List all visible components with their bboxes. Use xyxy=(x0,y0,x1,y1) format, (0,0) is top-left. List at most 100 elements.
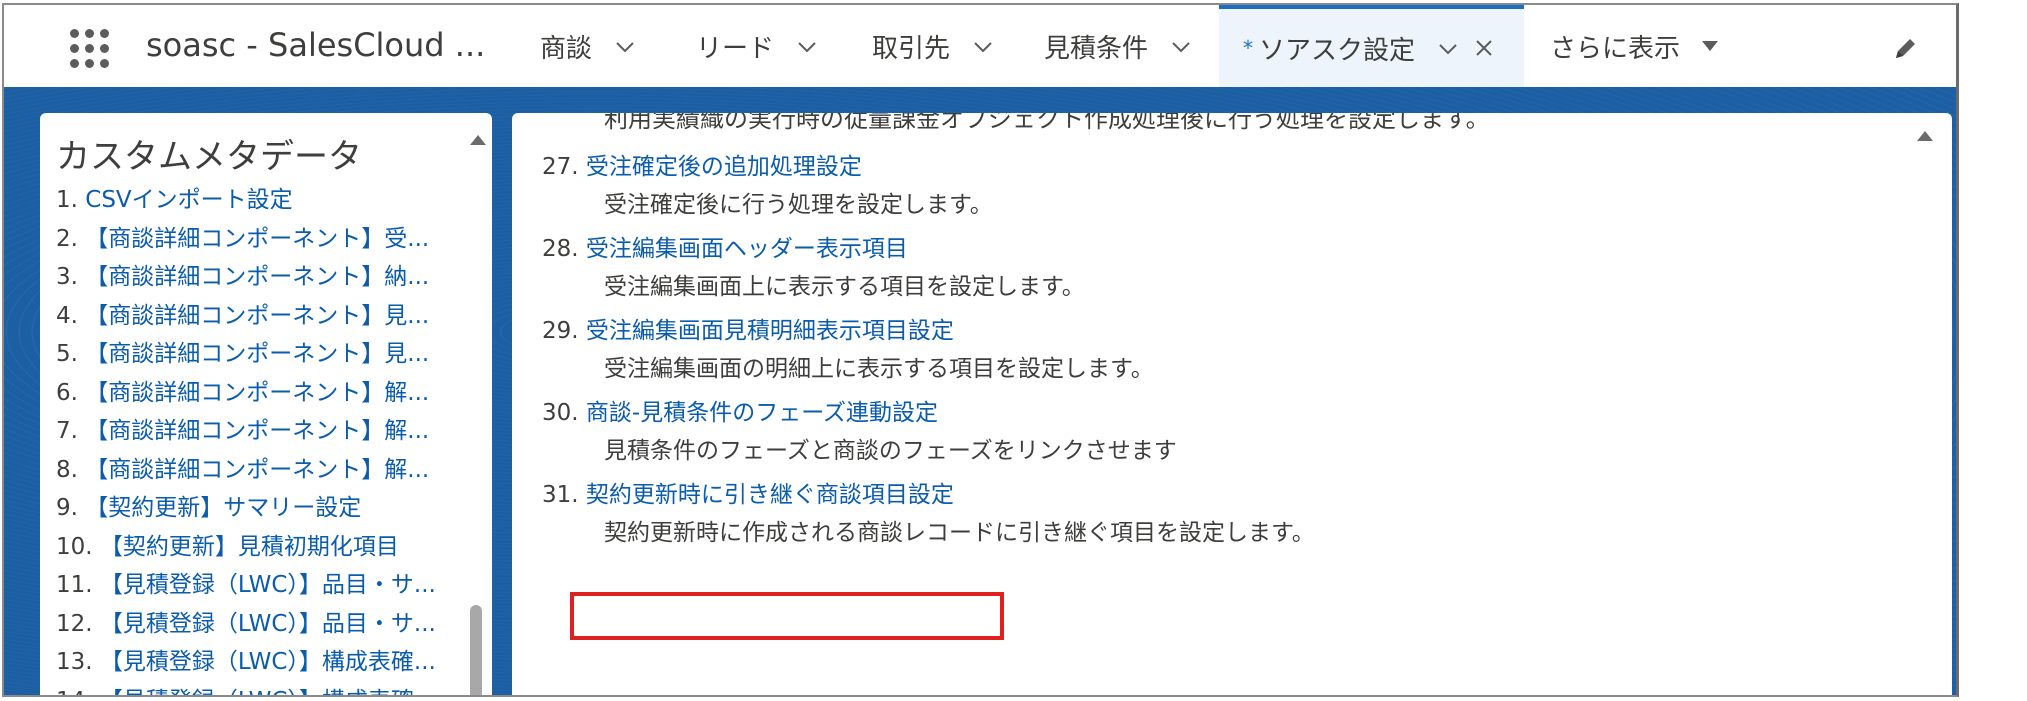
item-number: 4. xyxy=(56,302,78,329)
tab-label: 見積条件 xyxy=(1044,33,1149,64)
setting-description: 契約更新時に作成される商談レコードに引き継ぐ項目を設定します。 xyxy=(604,520,1315,546)
app-name: soasc - SalesCloud ... xyxy=(146,26,486,64)
metadata-list-item[interactable]: 10. 【契約更新】見積初期化項目 xyxy=(56,528,476,567)
metadata-list-item[interactable]: 12. 【見積登録（LWC）】品目・サ... xyxy=(56,605,476,644)
item-label: 【契約更新】見積初期化項目 xyxy=(99,533,399,560)
tab-leads[interactable]: リード xyxy=(696,5,818,87)
tab-label: 商談 xyxy=(540,33,593,64)
item-number: 12. xyxy=(56,610,93,637)
global-navigation: soasc - SalesCloud ... 商談 リード 取引先 見積条件 *… xyxy=(4,5,1956,88)
metadata-list-item[interactable]: 13. 【見積登録（LWC）】構成表確... xyxy=(56,643,476,682)
scrollbar-thumb[interactable] xyxy=(470,605,482,695)
close-icon[interactable] xyxy=(1473,37,1495,59)
setting-link[interactable]: 30. 商談-見積条件のフェーズ連動設定 xyxy=(542,393,938,427)
chevron-down-icon[interactable] xyxy=(972,35,994,57)
metadata-list-item[interactable]: 8. 【商談詳細コンポーネント】解... xyxy=(56,451,476,490)
item-label: 【商談詳細コンポーネント】納... xyxy=(85,264,430,290)
metadata-list-item[interactable]: 14. 【見積登録（LWC）】構成表確... xyxy=(56,682,476,696)
chevron-down-icon[interactable] xyxy=(1170,35,1192,57)
caret-down-icon xyxy=(1702,41,1719,51)
metadata-list-item[interactable]: 9. 【契約更新】サマリー設定 xyxy=(56,489,476,528)
item-number: 3. xyxy=(56,264,78,290)
setting-description: 受注編集画面上に表示する項目を設定します。 xyxy=(604,274,1085,300)
chevron-down-icon[interactable] xyxy=(614,35,636,57)
setting-link[interactable]: 28. 受注編集画面ヘッダー表示項目 xyxy=(542,229,908,263)
metadata-list-item[interactable]: 2. 【商談詳細コンポーネント】受... xyxy=(56,220,476,259)
chevron-down-icon[interactable] xyxy=(796,35,818,57)
item-number: 13. xyxy=(56,649,93,675)
item-label: CSVインポート設定 xyxy=(85,187,293,213)
item-number: 5. xyxy=(56,341,78,367)
setting-number: 31. xyxy=(542,482,579,508)
setting-title: 受注編集画面見積明細表示項目設定 xyxy=(585,318,954,344)
tab-label: さらに表示 xyxy=(1550,33,1681,64)
setting-link[interactable]: 29. 受注編集画面見積明細表示項目設定 xyxy=(542,311,954,345)
metadata-list-item[interactable]: 7. 【商談詳細コンポーネント】解... xyxy=(56,412,476,451)
setting-item: 27. 受注確定後の追加処理設定受注確定後に行う処理を設定します。 xyxy=(542,147,993,218)
tab-accounts[interactable]: 取引先 xyxy=(872,5,994,87)
metadata-list-item[interactable]: 5. 【商談詳細コンポーネント】見... xyxy=(56,335,476,374)
item-label: 【商談詳細コンポーネント】見... xyxy=(85,302,430,329)
item-number: 11. xyxy=(56,572,93,598)
metadata-list-item[interactable]: 4. 【商談詳細コンポーネント】見... xyxy=(56,297,476,336)
item-number: 14. xyxy=(56,688,93,696)
tab-soasc-settings[interactable]: * ソアスク設定 xyxy=(1219,5,1524,87)
setting-description: 受注編集画面の明細上に表示する項目を設定します。 xyxy=(604,356,1154,382)
app-window: soasc - SalesCloud ... 商談 リード 取引先 見積条件 *… xyxy=(2,3,1959,697)
setting-number: 27. xyxy=(542,154,579,180)
item-label: 【見積登録（LWC）】品目・サ... xyxy=(99,610,436,637)
setting-description: 見積条件のフェーズと商談のフェーズをリンクさせます xyxy=(604,438,1177,464)
setting-title: 受注編集画面ヘッダー表示項目 xyxy=(585,236,908,262)
tab-more[interactable]: さらに表示 xyxy=(1550,5,1719,87)
item-label: 【商談詳細コンポーネント】解... xyxy=(85,456,430,483)
custom-metadata-panel: カスタムメタデータ 1. CSVインポート設定 2. 【商談詳細コンポーネント】受… xyxy=(40,113,492,696)
item-number: 10. xyxy=(56,533,93,560)
tab-label: ソアスク設定 xyxy=(1259,35,1416,66)
metadata-list-item[interactable]: 6. 【商談詳細コンポーネント】解... xyxy=(56,374,476,413)
item-number: 8. xyxy=(56,456,78,483)
setting-number: 30. xyxy=(542,400,579,426)
setting-link[interactable]: 27. 受注確定後の追加処理設定 xyxy=(542,147,862,181)
clipped-description: 利用実績織の実行時の従量課金オブジェクト作成処理後に行う処理を設定します。 xyxy=(604,113,1490,133)
item-label: 【見積登録（LWC）】品目・サ... xyxy=(99,572,436,598)
highlight-box xyxy=(570,592,1004,640)
app-launcher-icon[interactable] xyxy=(70,29,114,69)
item-label: 【商談詳細コンポーネント】受... xyxy=(85,225,430,252)
tab-quote-conditions[interactable]: 見積条件 xyxy=(1044,5,1192,87)
panel-title: カスタムメタデータ xyxy=(56,137,362,177)
metadata-list: 1. CSVインポート設定 2. 【商談詳細コンポーネント】受... 3. 【商談詳… xyxy=(56,181,476,696)
setting-item: 31. 契約更新時に引き継ぐ商談項目設定契約更新時に作成される商談レコードに引き… xyxy=(542,475,1315,546)
tab-label: 取引先 xyxy=(872,33,951,64)
item-number: 1. xyxy=(56,187,78,213)
metadata-list-item[interactable]: 1. CSVインポート設定 xyxy=(56,181,476,220)
item-label: 【見積登録（LWC）】構成表確... xyxy=(100,688,436,696)
tab-deals[interactable]: 商談 xyxy=(540,5,636,87)
setting-item: 28. 受注編集画面ヘッダー表示項目受注編集画面上に表示する項目を設定します。 xyxy=(542,229,1085,300)
item-label: 【契約更新】サマリー設定 xyxy=(85,495,362,521)
setting-number: 29. xyxy=(542,318,579,344)
scroll-up-icon[interactable] xyxy=(1917,131,1933,141)
setting-link[interactable]: 31. 契約更新時に引き継ぐ商談項目設定 xyxy=(542,475,954,509)
item-number: 2. xyxy=(56,225,78,252)
chevron-down-icon[interactable] xyxy=(1437,37,1459,59)
item-label: 【見積登録（LWC）】構成表確... xyxy=(99,649,436,675)
item-label: 【商談詳細コンポーネント】解... xyxy=(85,418,430,444)
setting-number: 28. xyxy=(542,236,579,262)
setting-title: 受注確定後の追加処理設定 xyxy=(585,154,862,180)
metadata-list-item[interactable]: 11. 【見積登録（LWC）】品目・サ... xyxy=(56,566,476,605)
setting-description: 受注確定後に行う処理を設定します。 xyxy=(604,192,993,218)
item-label: 【商談詳細コンポーネント】解... xyxy=(85,379,430,406)
setting-item: 29. 受注編集画面見積明細表示項目設定受注編集画面の明細上に表示する項目を設定… xyxy=(542,311,1154,382)
setting-item: 30. 商談-見積条件のフェーズ連動設定見積条件のフェーズと商談のフェーズをリン… xyxy=(542,393,1177,464)
metadata-list-item[interactable]: 3. 【商談詳細コンポーネント】納... xyxy=(56,258,476,297)
item-number: 7. xyxy=(56,418,78,444)
scroll-up-icon[interactable] xyxy=(470,135,486,145)
item-number: 6. xyxy=(56,379,78,406)
setting-title: 契約更新時に引き継ぐ商談項目設定 xyxy=(585,482,954,508)
item-number: 9. xyxy=(56,495,78,521)
setting-title: 商談-見積条件のフェーズ連動設定 xyxy=(585,400,939,426)
tab-label: リード xyxy=(696,33,775,64)
pencil-icon[interactable] xyxy=(1891,35,1919,63)
item-label: 【商談詳細コンポーネント】見... xyxy=(85,341,430,367)
unsaved-marker: * xyxy=(1243,36,1253,60)
